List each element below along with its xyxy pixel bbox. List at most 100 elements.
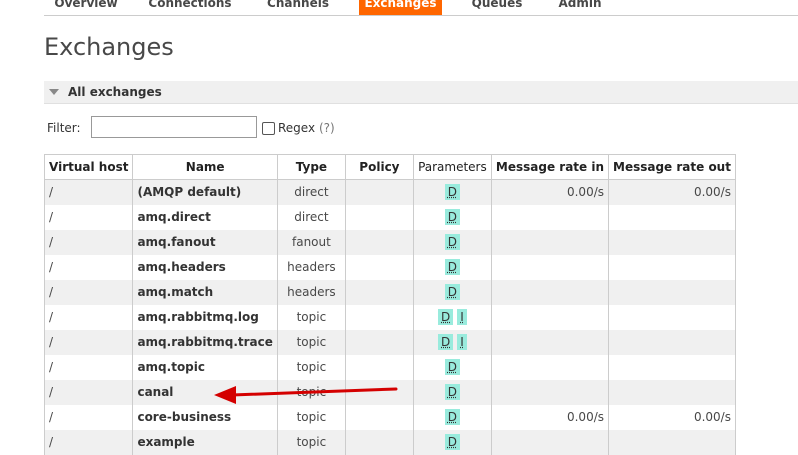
table-row: / amq.headers headers D — [43, 254, 736, 280]
tab-overview[interactable]: Overview — [44, 0, 128, 15]
parameters-cell: DI — [412, 329, 492, 355]
rate-in-cell: 0.00/s — [490, 179, 610, 205]
parameters-cell: D — [412, 254, 492, 280]
type-cell: topic — [276, 354, 346, 380]
table-row: / amq.rabbitmq.log topic D I — [43, 304, 736, 330]
type-cell: topic — [276, 329, 346, 355]
policy-cell — [344, 404, 414, 430]
durable-badge: D — [444, 409, 461, 425]
durable-badge: D — [444, 434, 461, 450]
type-cell: headers — [276, 279, 346, 305]
durable-badge: D — [444, 284, 461, 300]
internal-badge: I — [457, 334, 467, 350]
parameters-cell: D — [412, 204, 492, 230]
exchange-name-link[interactable]: (AMQP default) — [132, 179, 278, 205]
rate-out-cell — [608, 379, 736, 405]
type-cell: topic — [276, 404, 346, 430]
tab-admin[interactable]: Admin — [548, 0, 612, 15]
exchange-name-link[interactable]: amq.fanout — [132, 229, 278, 255]
exchange-name-link[interactable]: amq.match — [132, 279, 278, 305]
vhost-cell: / — [43, 179, 134, 205]
regex-checkbox[interactable] — [262, 122, 275, 135]
table-row: / amq.rabbitmq.trace topic D I — [43, 329, 736, 355]
parameters-cell: D — [412, 279, 492, 305]
parameters-cell: D — [412, 379, 492, 405]
tab-exchanges[interactable]: Exchanges — [359, 0, 442, 15]
collapse-triangle-icon[interactable] — [49, 89, 59, 95]
table-row: / (AMQP default) direct D 0.00/s 0.00/s — [43, 179, 736, 205]
nav-divider — [44, 15, 798, 16]
col-name: Name — [132, 154, 278, 180]
filter-label: Filter: — [47, 121, 81, 135]
policy-cell — [344, 329, 414, 355]
rate-out-cell — [608, 354, 736, 380]
rate-in-cell — [490, 204, 610, 230]
type-cell: direct — [276, 204, 346, 230]
parameters-cell: D — [412, 404, 492, 430]
table-row: / canal topic D — [43, 379, 736, 405]
policy-cell — [344, 279, 414, 305]
regex-help-link[interactable]: (?) — [319, 121, 335, 135]
page-title: Exchanges — [44, 33, 174, 61]
policy-cell — [344, 379, 414, 405]
all-exchanges-toggle[interactable]: All exchanges — [44, 81, 798, 104]
rate-in-cell: 0.00/s — [490, 404, 610, 430]
tab-connections[interactable]: Connections — [140, 0, 240, 15]
table-row: / amq.direct direct D — [43, 204, 736, 230]
rate-in-cell — [490, 279, 610, 305]
vhost-cell: / — [43, 379, 134, 405]
exchange-name-link[interactable]: amq.direct — [132, 204, 278, 230]
policy-cell — [344, 229, 414, 255]
vhost-cell: / — [43, 204, 134, 230]
rate-in-cell — [490, 379, 610, 405]
rate-in-cell — [490, 354, 610, 380]
vhost-cell: / — [43, 279, 134, 305]
exchange-name-link[interactable]: amq.topic — [132, 354, 278, 380]
section-label: All exchanges — [68, 85, 162, 99]
top-nav: Overview Connections Channels Exchanges … — [0, 0, 798, 17]
rate-out-cell: 0.00/s — [608, 404, 736, 430]
rate-in-cell — [490, 254, 610, 280]
policy-cell — [344, 354, 414, 380]
durable-badge: D — [444, 259, 461, 275]
exchange-name-link[interactable]: amq.headers — [132, 254, 278, 280]
col-type: Type — [276, 154, 346, 180]
rate-out-cell — [608, 254, 736, 280]
type-cell: topic — [276, 379, 346, 405]
rate-out-cell — [608, 229, 736, 255]
parameters-cell: D — [412, 179, 492, 205]
parameters-cell: D — [412, 229, 492, 255]
policy-cell — [344, 204, 414, 230]
table-row: / core-business topic D 0.00/s 0.00/s — [43, 404, 736, 430]
durable-badge: D — [444, 359, 461, 375]
rate-in-cell — [490, 329, 610, 355]
col-message-rate-in: Message rate in — [490, 154, 610, 180]
rate-out-cell — [608, 304, 736, 330]
durable-badge: D — [438, 309, 454, 325]
policy-cell — [344, 179, 414, 205]
internal-badge: I — [457, 309, 467, 325]
tab-channels[interactable]: Channels — [258, 0, 338, 15]
policy-cell — [344, 304, 414, 330]
tab-queues[interactable]: Queues — [462, 0, 532, 15]
filter-input[interactable] — [91, 116, 257, 138]
durable-badge: D — [444, 384, 461, 400]
col-virtual-host: Virtual host — [43, 154, 134, 180]
exchange-name-link[interactable]: core-business — [132, 404, 278, 430]
exchange-name-link[interactable]: amq.rabbitmq.trace — [132, 329, 278, 355]
rate-out-cell — [608, 204, 736, 230]
rate-in-cell — [490, 229, 610, 255]
parameters-cell: DI — [412, 304, 492, 330]
vhost-cell: / — [43, 329, 134, 355]
rate-out-cell — [608, 329, 736, 355]
col-message-rate-out: Message rate out — [608, 154, 736, 180]
table-row: / amq.fanout fanout D — [43, 229, 736, 255]
table-row: / amq.topic topic D — [43, 354, 736, 380]
type-cell: fanout — [276, 229, 346, 255]
exchange-name-link[interactable]: canal — [132, 379, 278, 405]
rate-in-cell — [490, 304, 610, 330]
table-header-row: Virtual host Name Type Policy Parameters… — [43, 154, 736, 180]
vhost-cell: / — [43, 304, 134, 330]
policy-cell — [344, 254, 414, 280]
exchange-name-link[interactable]: amq.rabbitmq.log — [132, 304, 278, 330]
